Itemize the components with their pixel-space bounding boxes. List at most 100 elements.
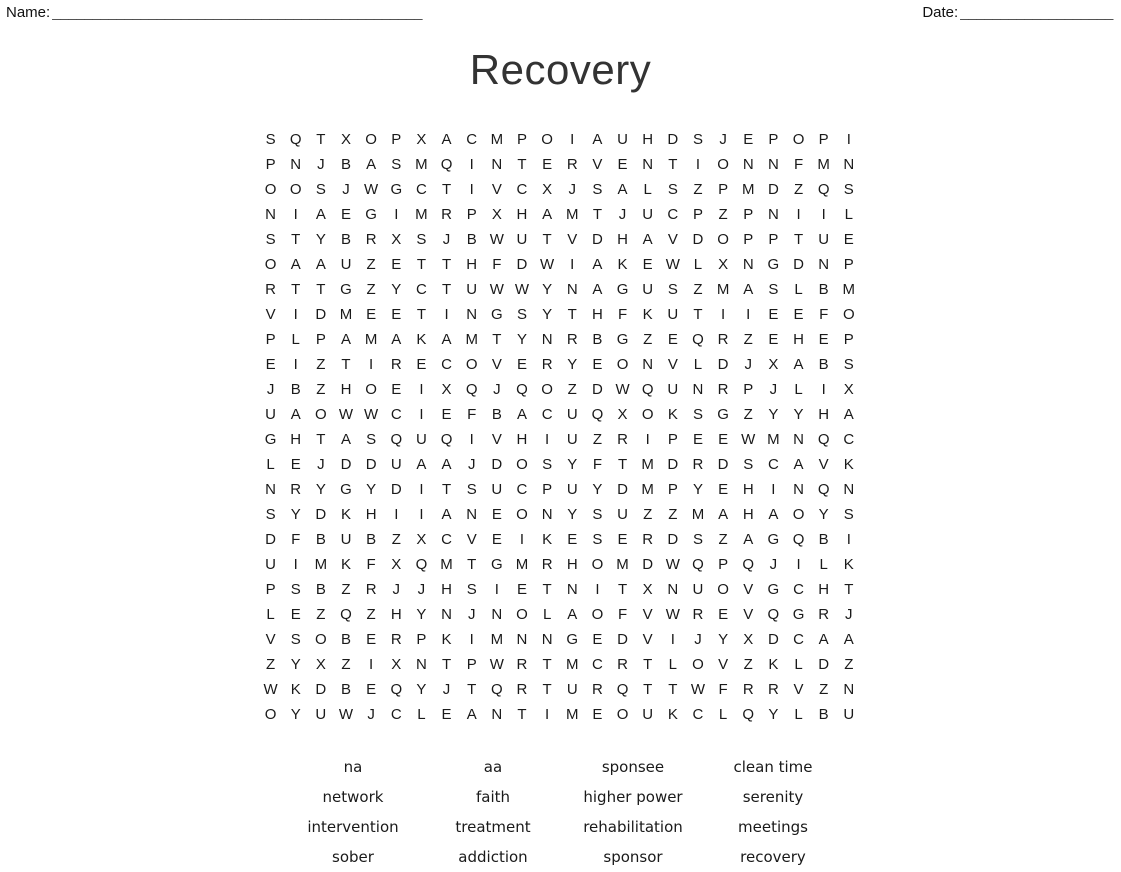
grid-cell[interactable]: A xyxy=(333,427,358,452)
grid-cell[interactable]: E xyxy=(283,452,308,477)
grid-cell[interactable]: O xyxy=(635,402,660,427)
grid-cell[interactable]: Z xyxy=(660,502,685,527)
grid-cell[interactable]: T xyxy=(685,302,710,327)
grid-cell[interactable]: Y xyxy=(283,502,308,527)
grid-cell[interactable]: T xyxy=(459,677,484,702)
grid-cell[interactable]: Q xyxy=(685,552,710,577)
grid-cell[interactable]: I xyxy=(384,502,409,527)
grid-cell[interactable]: T xyxy=(535,677,560,702)
grid-cell[interactable]: G xyxy=(786,602,811,627)
word-bank-item[interactable]: clean time xyxy=(703,758,843,776)
grid-cell[interactable]: W xyxy=(484,652,509,677)
grid-cell[interactable]: Z xyxy=(359,252,384,277)
grid-cell[interactable]: J xyxy=(434,227,459,252)
grid-cell[interactable]: I xyxy=(736,302,761,327)
grid-cell[interactable]: Y xyxy=(283,702,308,727)
grid-cell[interactable]: N xyxy=(535,627,560,652)
grid-cell[interactable]: Z xyxy=(836,652,861,677)
grid-cell[interactable]: E xyxy=(384,252,409,277)
grid-cell[interactable]: A xyxy=(560,602,585,627)
grid-cell[interactable]: N xyxy=(535,502,560,527)
grid-cell[interactable]: Q xyxy=(610,677,635,702)
grid-cell[interactable]: H xyxy=(811,577,836,602)
grid-cell[interactable]: S xyxy=(761,277,786,302)
grid-cell[interactable]: M xyxy=(635,452,660,477)
grid-cell[interactable]: T xyxy=(283,227,308,252)
grid-cell[interactable]: W xyxy=(333,402,358,427)
grid-cell[interactable]: R xyxy=(434,202,459,227)
grid-cell[interactable]: X xyxy=(384,552,409,577)
grid-cell[interactable]: C xyxy=(585,652,610,677)
grid-cell[interactable]: T xyxy=(560,302,585,327)
grid-cell[interactable]: W xyxy=(484,277,509,302)
grid-cell[interactable]: I xyxy=(635,427,660,452)
grid-cell[interactable]: A xyxy=(333,327,358,352)
grid-cell[interactable]: R xyxy=(610,652,635,677)
grid-cell[interactable]: D xyxy=(761,627,786,652)
grid-cell[interactable]: J xyxy=(333,177,358,202)
grid-cell[interactable]: E xyxy=(509,352,534,377)
grid-cell[interactable]: Z xyxy=(359,277,384,302)
grid-cell[interactable]: K xyxy=(610,252,635,277)
grid-cell[interactable]: H xyxy=(736,502,761,527)
grid-cell[interactable]: S xyxy=(585,177,610,202)
grid-cell[interactable]: S xyxy=(836,352,861,377)
grid-cell[interactable]: T xyxy=(434,277,459,302)
grid-cell[interactable]: E xyxy=(585,627,610,652)
grid-cell[interactable]: J xyxy=(459,602,484,627)
word-bank-item[interactable]: serenity xyxy=(703,788,843,806)
grid-cell[interactable]: Z xyxy=(786,177,811,202)
grid-cell[interactable]: Q xyxy=(736,552,761,577)
grid-cell[interactable]: U xyxy=(308,702,333,727)
grid-cell[interactable]: B xyxy=(811,527,836,552)
grid-cell[interactable]: F xyxy=(786,152,811,177)
grid-cell[interactable]: J xyxy=(258,377,283,402)
grid-cell[interactable]: Z xyxy=(736,327,761,352)
grid-cell[interactable]: D xyxy=(308,502,333,527)
grid-cell[interactable]: O xyxy=(258,177,283,202)
grid-cell[interactable]: V xyxy=(459,527,484,552)
grid-cell[interactable]: J xyxy=(761,552,786,577)
grid-cell[interactable]: S xyxy=(459,577,484,602)
grid-cell[interactable]: L xyxy=(660,652,685,677)
grid-cell[interactable]: Z xyxy=(308,352,333,377)
grid-cell[interactable]: W xyxy=(660,252,685,277)
grid-cell[interactable]: D xyxy=(811,652,836,677)
grid-cell[interactable]: E xyxy=(685,427,710,452)
grid-cell[interactable]: Y xyxy=(308,477,333,502)
grid-cell[interactable]: U xyxy=(836,702,861,727)
grid-cell[interactable]: V xyxy=(811,452,836,477)
grid-cell[interactable]: Y xyxy=(560,452,585,477)
grid-cell[interactable]: L xyxy=(409,702,434,727)
grid-cell[interactable]: C xyxy=(384,702,409,727)
grid-cell[interactable]: K xyxy=(535,527,560,552)
grid-cell[interactable]: U xyxy=(635,702,660,727)
grid-cell[interactable]: U xyxy=(384,452,409,477)
grid-cell[interactable]: D xyxy=(635,552,660,577)
grid-cell[interactable]: U xyxy=(509,227,534,252)
grid-cell[interactable]: R xyxy=(585,677,610,702)
grid-cell[interactable]: L xyxy=(786,277,811,302)
grid-cell[interactable]: A xyxy=(283,402,308,427)
grid-cell[interactable]: M xyxy=(484,127,509,152)
grid-cell[interactable]: Z xyxy=(359,602,384,627)
grid-cell[interactable]: C xyxy=(384,402,409,427)
grid-cell[interactable]: T xyxy=(635,652,660,677)
grid-cell[interactable]: I xyxy=(535,702,560,727)
grid-cell[interactable]: G xyxy=(711,402,736,427)
grid-cell[interactable]: X xyxy=(434,377,459,402)
grid-cell[interactable]: C xyxy=(685,702,710,727)
grid-cell[interactable]: X xyxy=(535,177,560,202)
grid-cell[interactable]: T xyxy=(836,577,861,602)
grid-cell[interactable]: E xyxy=(635,252,660,277)
grid-cell[interactable]: T xyxy=(635,677,660,702)
grid-cell[interactable]: S xyxy=(509,302,534,327)
grid-cell[interactable]: E xyxy=(409,352,434,377)
grid-cell[interactable]: O xyxy=(359,127,384,152)
word-bank-item[interactable]: rehabilitation xyxy=(563,818,703,836)
grid-cell[interactable]: Q xyxy=(736,702,761,727)
grid-cell[interactable]: R xyxy=(283,477,308,502)
grid-cell[interactable]: Z xyxy=(258,652,283,677)
grid-cell[interactable]: P xyxy=(258,327,283,352)
grid-cell[interactable]: Z xyxy=(711,202,736,227)
